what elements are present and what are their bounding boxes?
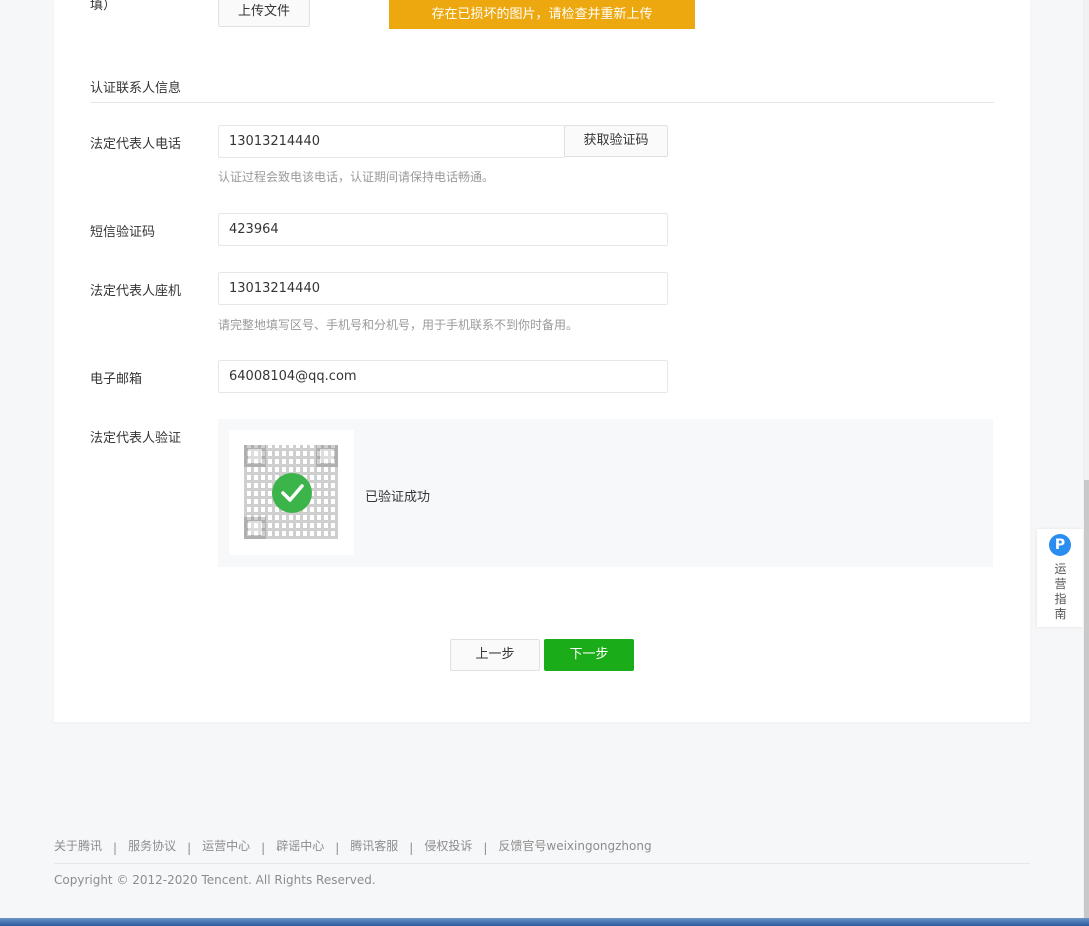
footer-separator: |	[335, 840, 340, 855]
footer-separator: |	[113, 840, 118, 855]
footer-link-ops-center[interactable]: 运营中心	[202, 837, 250, 854]
qr-finder-top-left	[244, 445, 266, 467]
footer-link-agreement[interactable]: 服务协议	[128, 837, 176, 854]
upload-field-label: 填）	[90, 0, 117, 13]
footer-link-support[interactable]: 腾讯客服	[350, 837, 398, 854]
taskbar-edge	[0, 918, 1089, 926]
upload-file-button[interactable]: 上传文件	[218, 0, 310, 27]
email-label: 电子邮箱	[90, 372, 143, 387]
copyright-text: Copyright © 2012-2020 Tencent. All Right…	[54, 873, 376, 887]
landline-hint: 请完整地填写区号、手机号和分机号，用于手机联系不到你时备用。	[218, 318, 579, 332]
operations-guide-widget[interactable]: P 运营指南	[1037, 529, 1084, 627]
landline-input[interactable]: 13013214440	[218, 272, 668, 305]
scrollbar-thumb[interactable]	[1084, 480, 1089, 918]
previous-step-button[interactable]: 上一步	[450, 639, 540, 671]
footer-divider	[54, 863, 1030, 864]
sms-code-label: 短信验证码	[90, 225, 156, 240]
footer-separator: |	[187, 840, 192, 855]
phone-hint: 认证过程会致电该电话，认证期间请保持电话畅通。	[218, 170, 495, 184]
form-card: 填） 上传文件 存在已损坏的图片，请检查并重新上传 认证联系人信息 法定代表人电…	[54, 0, 1030, 722]
next-step-button[interactable]: 下一步	[544, 639, 634, 671]
get-code-button[interactable]: 获取验证码	[564, 125, 668, 157]
footer-link-about[interactable]: 关于腾讯	[54, 837, 102, 854]
sms-code-input[interactable]: 423964	[218, 213, 668, 246]
footer-link-rumor-center[interactable]: 辟谣中心	[276, 837, 324, 854]
phone-input[interactable]: 13013214440	[218, 125, 565, 158]
phone-label: 法定代表人电话	[90, 137, 182, 152]
verification-label: 法定代表人验证	[90, 431, 182, 446]
upload-error-banner: 存在已损坏的图片，请检查并重新上传	[389, 0, 695, 29]
verification-status: 已验证成功	[365, 490, 431, 505]
footer-separator: |	[261, 840, 266, 855]
check-circle-icon	[272, 473, 312, 513]
footer-separator: |	[409, 840, 414, 855]
qr-finder-bottom-left	[244, 517, 266, 539]
email-input[interactable]: 64008104@qq.com	[218, 360, 668, 393]
section-divider	[90, 102, 994, 103]
qr-code	[229, 430, 354, 555]
operations-guide-label: 运营指南	[1054, 562, 1067, 621]
footer-links: 关于腾讯 | 服务协议 | 运营中心 | 辟谣中心 | 腾讯客服 | 侵权投诉 …	[54, 837, 652, 855]
verification-panel: 已验证成功	[218, 419, 993, 567]
footer-link-infringement[interactable]: 侵权投诉	[424, 837, 472, 854]
operations-guide-icon: P	[1049, 534, 1071, 556]
section-title: 认证联系人信息	[90, 81, 182, 96]
footer-link-feedback[interactable]: 反馈官号weixingongzhong	[498, 837, 651, 854]
footer-separator: |	[483, 840, 488, 855]
landline-label: 法定代表人座机	[90, 284, 182, 299]
qr-finder-top-right	[316, 445, 338, 467]
